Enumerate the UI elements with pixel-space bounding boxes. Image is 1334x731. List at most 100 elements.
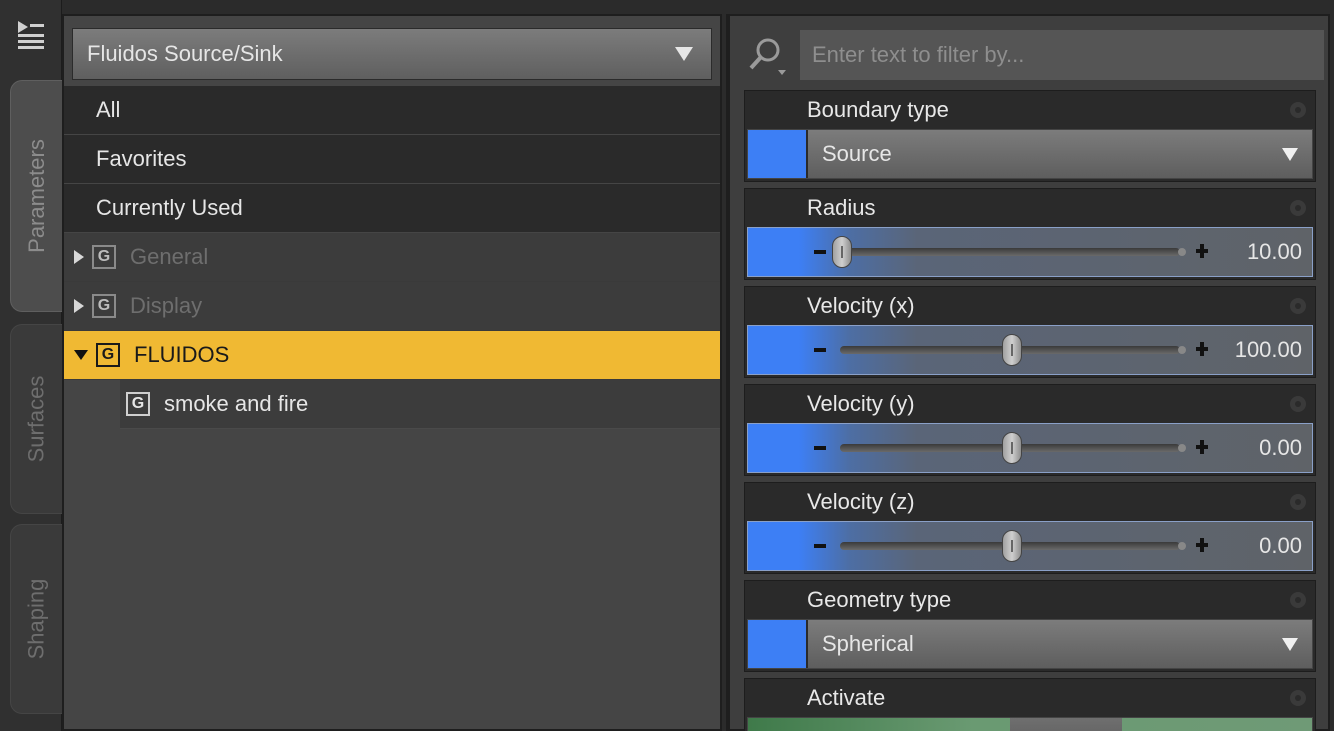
tree-item-label: All xyxy=(96,97,121,122)
velocity-z-slider[interactable]: 0.00 xyxy=(747,521,1313,571)
tree-group-label: smoke and fire xyxy=(164,391,309,416)
param-velocity-y: Velocity (y) 0.00 xyxy=(744,384,1316,476)
tree-group-label: FLUIDOS xyxy=(134,342,230,367)
expand-arrow-icon[interactable] xyxy=(74,250,84,264)
tab-surfaces-label: Surfaces xyxy=(23,375,49,463)
group-tree: All Favorites Currently Used G General G… xyxy=(64,86,720,429)
dropdown-arrow-icon xyxy=(1282,638,1298,651)
decrement-icon[interactable] xyxy=(814,446,826,450)
tree-item-all[interactable]: All xyxy=(64,86,720,135)
tree-group-display[interactable]: G Display xyxy=(64,282,720,331)
slider-track-end xyxy=(1178,346,1186,354)
param-swatch xyxy=(748,130,806,178)
filter-input[interactable] xyxy=(800,30,1324,80)
param-velocity-z: Velocity (z) 0.00 xyxy=(744,482,1316,574)
geometry-type-dropdown[interactable]: Spherical xyxy=(747,619,1313,669)
tree-item-currently-used[interactable]: Currently Used xyxy=(64,184,720,233)
gear-icon[interactable] xyxy=(1287,491,1309,513)
gear-icon[interactable] xyxy=(1287,295,1309,317)
tree-group-smoke-and-fire[interactable]: G smoke and fire xyxy=(120,380,720,429)
gear-icon[interactable] xyxy=(1287,393,1309,415)
tree-group-label: General xyxy=(130,244,209,269)
velocity-y-slider[interactable]: 0.00 xyxy=(747,423,1313,473)
tree-item-label: Currently Used xyxy=(96,195,243,220)
dropdown-body[interactable]: Source xyxy=(808,130,1312,178)
increment-icon[interactable] xyxy=(1196,342,1208,356)
param-label: Radius xyxy=(745,189,1315,227)
toggle-thumb[interactable] xyxy=(1010,718,1122,731)
slider-track[interactable] xyxy=(840,248,1180,256)
increment-icon[interactable] xyxy=(1196,440,1208,454)
dropdown-arrow-icon xyxy=(675,47,693,61)
search-icon[interactable] xyxy=(740,28,800,82)
param-label-text: Geometry type xyxy=(807,587,952,612)
param-activate: Activate xyxy=(744,678,1316,731)
tab-shaping[interactable]: Shaping xyxy=(10,524,62,714)
gear-icon[interactable] xyxy=(1287,687,1309,709)
tab-parameters-label: Parameters xyxy=(23,139,49,253)
decrement-icon[interactable] xyxy=(814,348,826,352)
tree-group-general[interactable]: G General xyxy=(64,233,720,282)
dropdown-value: Spherical xyxy=(822,631,914,656)
slider-value[interactable]: 0.00 xyxy=(1259,522,1302,570)
slider-knob[interactable] xyxy=(1002,334,1022,366)
radius-slider[interactable]: 10.00 xyxy=(747,227,1313,277)
increment-icon[interactable] xyxy=(1196,538,1208,552)
tree-item-favorites[interactable]: Favorites xyxy=(64,135,720,184)
param-label-text: Activate xyxy=(807,685,886,710)
boundary-type-dropdown[interactable]: Source xyxy=(747,129,1313,179)
tab-parameters[interactable]: Parameters xyxy=(10,80,62,312)
param-label: Boundary type xyxy=(745,91,1315,129)
param-label: Velocity (x) xyxy=(745,287,1315,325)
tab-surfaces[interactable]: Surfaces xyxy=(10,324,62,514)
tree-group-fluidos[interactable]: G FLUIDOS xyxy=(64,331,720,380)
expand-arrow-icon[interactable] xyxy=(74,299,84,313)
group-icon: G xyxy=(126,392,150,416)
dropdown-value: Source xyxy=(822,141,892,166)
tree-group-label: Display xyxy=(130,293,203,318)
slider-track-end xyxy=(1178,542,1186,550)
decrement-icon[interactable] xyxy=(814,250,826,254)
param-label: Geometry type xyxy=(745,581,1315,619)
group-icon: G xyxy=(92,245,116,269)
slider-value[interactable]: 100.00 xyxy=(1235,326,1302,374)
node-select-value: Fluidos Source/Sink xyxy=(87,41,283,66)
decrement-icon[interactable] xyxy=(814,544,826,548)
slider-value[interactable]: 10.00 xyxy=(1247,228,1302,276)
side-tab-strip: Parameters Surfaces Shaping xyxy=(0,0,62,731)
group-icon: G xyxy=(96,343,120,367)
slider-knob[interactable] xyxy=(1002,432,1022,464)
param-label-text: Boundary type xyxy=(807,97,949,122)
param-label-text: Radius xyxy=(807,195,876,220)
slider-track-end xyxy=(1178,444,1186,452)
node-select-dropdown[interactable]: Fluidos Source/Sink xyxy=(72,28,712,80)
param-swatch xyxy=(748,620,806,668)
property-group-panel: Fluidos Source/Sink All Favorites Curren… xyxy=(62,14,722,731)
param-label: Velocity (z) xyxy=(745,483,1315,521)
activate-toggle[interactable] xyxy=(747,717,1313,731)
group-icon: G xyxy=(92,294,116,318)
tree-item-label: Favorites xyxy=(96,146,187,171)
slider-knob[interactable] xyxy=(832,236,852,268)
velocity-x-slider[interactable]: 100.00 xyxy=(747,325,1313,375)
panel-menu-icon[interactable] xyxy=(14,18,48,52)
slider-value[interactable]: 0.00 xyxy=(1259,424,1302,472)
param-label-text: Velocity (x) xyxy=(807,293,915,318)
param-boundary-type: Boundary type Source xyxy=(744,90,1316,182)
gear-icon[interactable] xyxy=(1287,99,1309,121)
increment-icon[interactable] xyxy=(1196,244,1208,258)
gear-icon[interactable] xyxy=(1287,589,1309,611)
slider-track-end xyxy=(1178,248,1186,256)
dropdown-body[interactable]: Spherical xyxy=(808,620,1312,668)
param-label: Velocity (y) xyxy=(745,385,1315,423)
gear-icon[interactable] xyxy=(1287,197,1309,219)
param-velocity-x: Velocity (x) 100.00 xyxy=(744,286,1316,378)
collapse-arrow-icon[interactable] xyxy=(74,350,88,360)
dropdown-arrow-icon xyxy=(1282,148,1298,161)
param-label-text: Velocity (z) xyxy=(807,489,915,514)
slider-knob[interactable] xyxy=(1002,530,1022,562)
parameters-panel: Boundary type Source Radius 10.00 xyxy=(726,14,1330,731)
param-geometry-type: Geometry type Spherical xyxy=(744,580,1316,672)
param-radius: Radius 10.00 xyxy=(744,188,1316,280)
filter-bar xyxy=(740,28,1324,82)
